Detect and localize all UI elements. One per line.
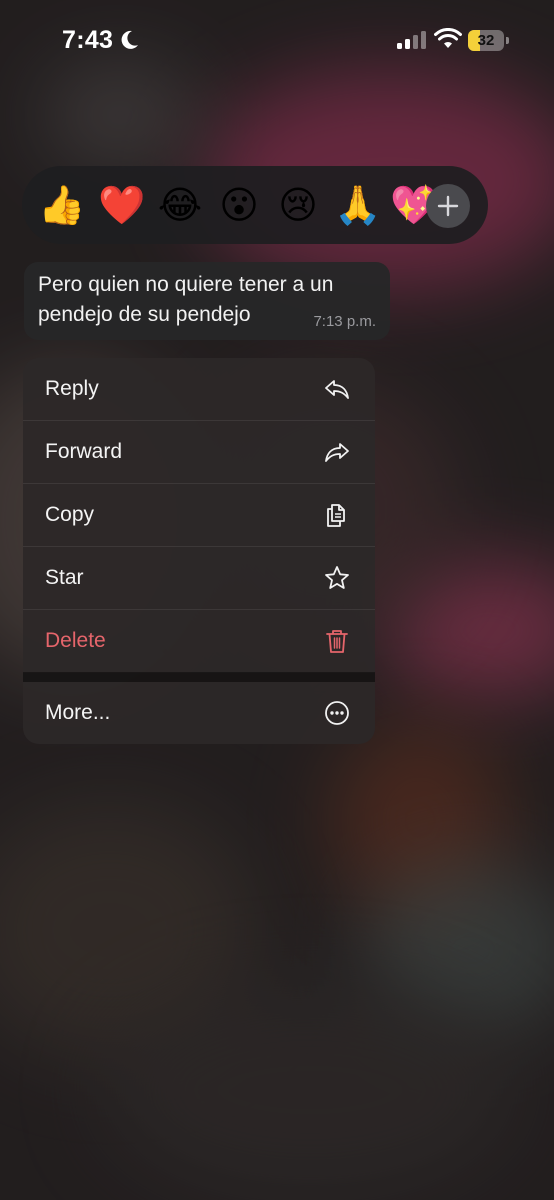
battery-indicator: 32: [468, 30, 510, 51]
plus-icon: [437, 195, 459, 217]
menu-label: Delete: [45, 629, 106, 652]
message-bubble[interactable]: Pero quien no quiere tener a un pendejo …: [24, 262, 390, 340]
menu-label: Forward: [45, 440, 123, 463]
menu-label: More...: [45, 701, 111, 724]
more-icon: [325, 701, 349, 725]
menu-item-forward[interactable]: Forward: [23, 421, 375, 484]
forward-icon: [325, 443, 349, 462]
battery-level: 32: [477, 32, 495, 49]
status-bar: 7:43 32: [0, 0, 554, 80]
menu-separator: [23, 672, 375, 682]
menu-item-delete[interactable]: Delete: [23, 610, 375, 673]
crying-reaction[interactable]: 😢: [275, 182, 321, 228]
context-menu: Reply Forward Copy Star Delete More...: [23, 358, 375, 744]
pray-reaction[interactable]: 🙏: [334, 182, 381, 228]
signal-icon: [397, 31, 426, 49]
copy-icon: [327, 504, 345, 527]
moon-icon: [121, 30, 138, 49]
menu-label: Star: [45, 566, 84, 589]
menu-item-reply[interactable]: Reply: [23, 358, 375, 421]
menu-item-star[interactable]: Star: [23, 547, 375, 610]
menu-item-more[interactable]: More...: [23, 682, 375, 744]
menu-item-copy[interactable]: Copy: [23, 484, 375, 547]
wifi-icon: [434, 28, 462, 48]
surprised-reaction[interactable]: 😮: [216, 182, 262, 228]
more-reactions-button[interactable]: [426, 184, 470, 228]
reply-icon: [325, 380, 349, 399]
menu-label: Copy: [45, 503, 95, 526]
menu-label: Reply: [45, 377, 99, 400]
heart-reaction[interactable]: ❤️: [98, 182, 145, 228]
trash-icon: [326, 630, 348, 653]
laughing-reaction[interactable]: 😂: [157, 182, 203, 228]
message-time: 7:13 p.m.: [313, 313, 376, 330]
reaction-bar: 👍 ❤️ 😂 😮 😢 🙏 💖: [22, 166, 488, 244]
thumbs-up-reaction[interactable]: 👍: [38, 182, 85, 228]
star-icon: [325, 566, 349, 589]
status-time: 7:43: [62, 26, 114, 54]
